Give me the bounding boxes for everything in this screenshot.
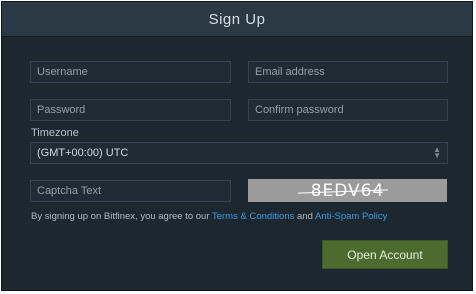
timezone-label: Timezone — [31, 127, 79, 139]
captcha-field[interactable] — [30, 180, 231, 202]
captcha-image: 8EDV64 — [248, 179, 447, 202]
captcha-input[interactable] — [37, 185, 224, 197]
email-field[interactable] — [248, 61, 448, 83]
timezone-value: (GMT+00:00) UTC — [37, 147, 129, 159]
confirm-password-field[interactable] — [248, 99, 448, 121]
terms-prefix: By signing up on Bitfinex, you agree to … — [31, 211, 210, 222]
signup-dialog: Sign Up Timezone (GMT+00:00) UTC ▲▼ 8EDV… — [1, 1, 473, 291]
terms-notice: By signing up on Bitfinex, you agree to … — [31, 211, 387, 222]
timezone-select[interactable]: (GMT+00:00) UTC ▲ ▼ — [30, 142, 448, 164]
email-input[interactable] — [255, 66, 441, 78]
username-input[interactable] — [37, 66, 224, 78]
dialog-header: Sign Up — [2, 2, 472, 37]
dialog-title: Sign Up — [208, 10, 266, 28]
terms-and: and — [297, 211, 313, 222]
username-field[interactable] — [30, 61, 231, 83]
open-account-button[interactable]: Open Account — [322, 240, 448, 269]
password-field[interactable] — [30, 99, 231, 121]
confirm-password-input[interactable] — [255, 104, 441, 116]
terms-conditions-link[interactable]: Terms & Conditions — [212, 211, 294, 222]
select-arrows-icon: ▲ ▼ — [433, 145, 441, 160]
password-input[interactable] — [37, 104, 224, 116]
anti-spam-policy-link[interactable]: Anti-Spam Policy — [315, 211, 387, 222]
